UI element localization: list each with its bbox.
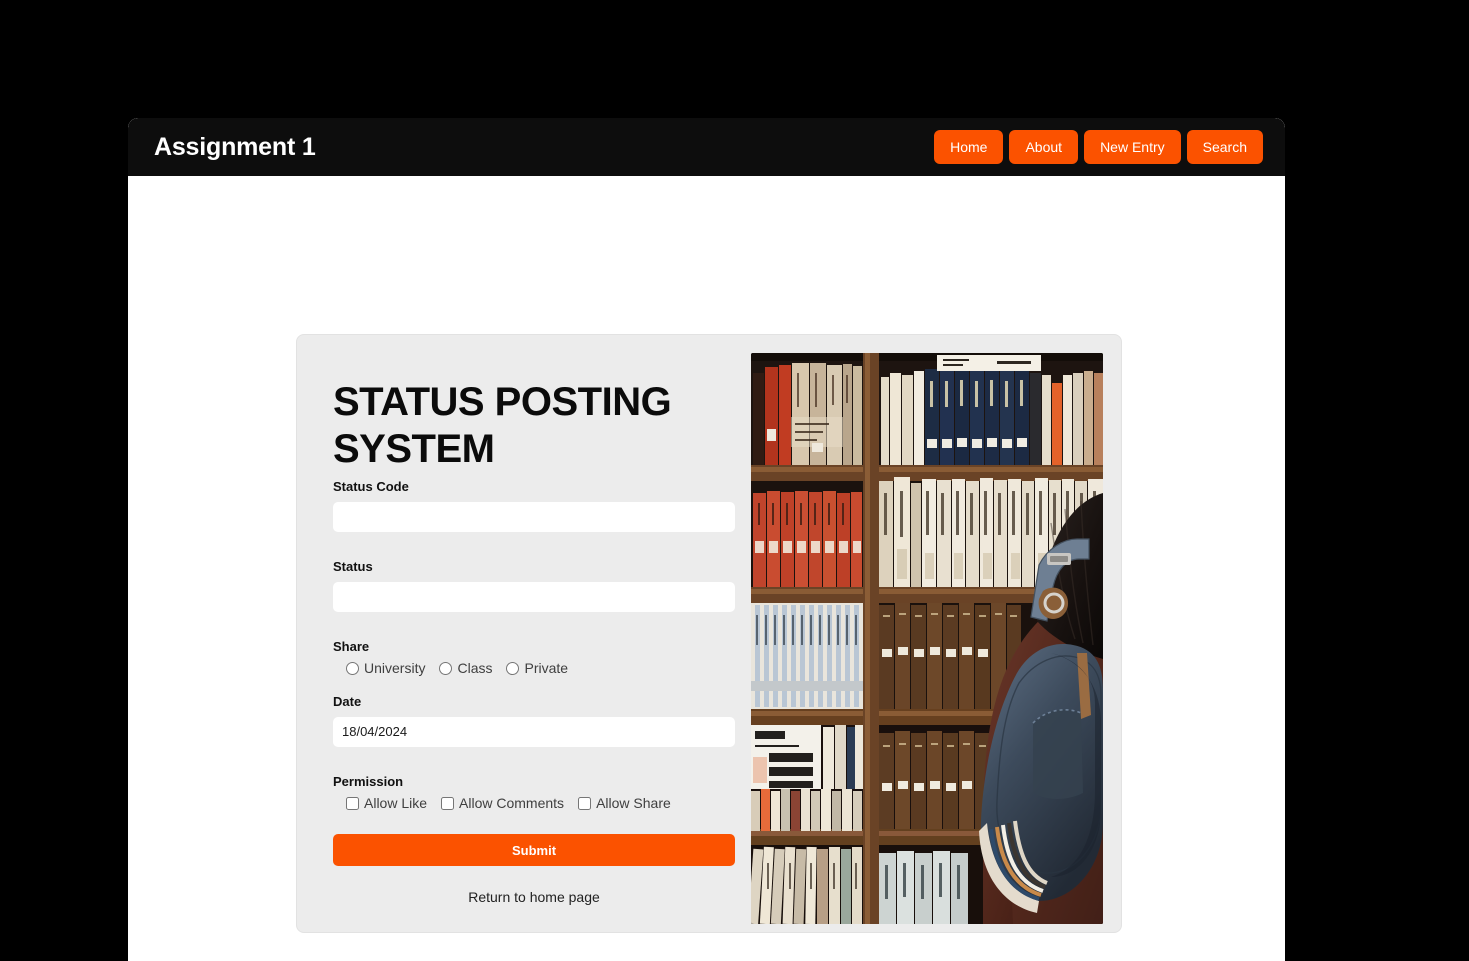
- site-brand-title: Assignment 1: [154, 132, 316, 161]
- page-title: STATUS POSTING SYSTEM: [333, 380, 672, 472]
- share-radio-private[interactable]: [506, 661, 520, 675]
- return-home-link[interactable]: Return to home page: [333, 889, 735, 905]
- status-code-label: Status Code: [333, 479, 409, 495]
- permission-option-allow-like[interactable]: Allow Like: [346, 796, 427, 810]
- permission-checkbox-allow-share[interactable]: [578, 796, 592, 810]
- permission-option-allow-comments-label: Allow Comments: [459, 795, 565, 812]
- share-radio-university[interactable]: [346, 661, 359, 675]
- nav-search[interactable]: Search: [1186, 130, 1263, 164]
- status-label: Status: [333, 558, 373, 574]
- share-option-private[interactable]: Private: [506, 661, 568, 675]
- bookshelf-photo: [751, 353, 1103, 924]
- status-form: STATUS POSTING SYSTEM Status Code Status…: [315, 353, 735, 914]
- share-option-class[interactable]: Class: [439, 661, 492, 675]
- share-option-private-label: Private: [524, 660, 569, 677]
- page-content: STATUS POSTING SYSTEM Status Code Status…: [128, 176, 1285, 961]
- permission-option-allow-share-label: Allow Share: [596, 795, 671, 812]
- permission-option-allow-share[interactable]: Allow Share: [578, 796, 671, 810]
- status-posting-card: STATUS POSTING SYSTEM Status Code Status…: [296, 334, 1122, 933]
- permission-checkbox-allow-comments[interactable]: [441, 796, 455, 810]
- permission-option-allow-comments[interactable]: Allow Comments: [441, 796, 564, 810]
- share-option-university[interactable]: University: [346, 661, 425, 675]
- share-option-university-label: University: [364, 660, 426, 677]
- permission-label: Permission: [333, 773, 404, 789]
- submit-button[interactable]: Submit: [333, 834, 735, 867]
- nav-new-entry[interactable]: New Entry: [1084, 130, 1181, 164]
- share-radio-group: University Class Private: [333, 661, 735, 675]
- share-label: Share: [333, 638, 370, 654]
- status-input[interactable]: [333, 581, 735, 612]
- status-code-input[interactable]: [333, 501, 735, 532]
- date-input[interactable]: [333, 716, 735, 747]
- permission-option-allow-like-label: Allow Like: [364, 795, 428, 812]
- nav-home[interactable]: Home: [934, 130, 1004, 164]
- permission-checkbox-allow-like[interactable]: [346, 796, 359, 810]
- share-radio-class[interactable]: [439, 661, 453, 675]
- browser-viewport: Assignment 1 Home About New Entry Search…: [128, 118, 1285, 961]
- permission-checkbox-group: Allow Like Allow Comments Allow Share: [333, 796, 735, 810]
- date-label: Date: [333, 694, 362, 710]
- share-option-class-label: Class: [457, 660, 493, 677]
- nav-about[interactable]: About: [1009, 130, 1079, 164]
- top-navbar: Assignment 1 Home About New Entry Search: [128, 118, 1285, 176]
- nav-links: Home About New Entry Search: [934, 130, 1263, 164]
